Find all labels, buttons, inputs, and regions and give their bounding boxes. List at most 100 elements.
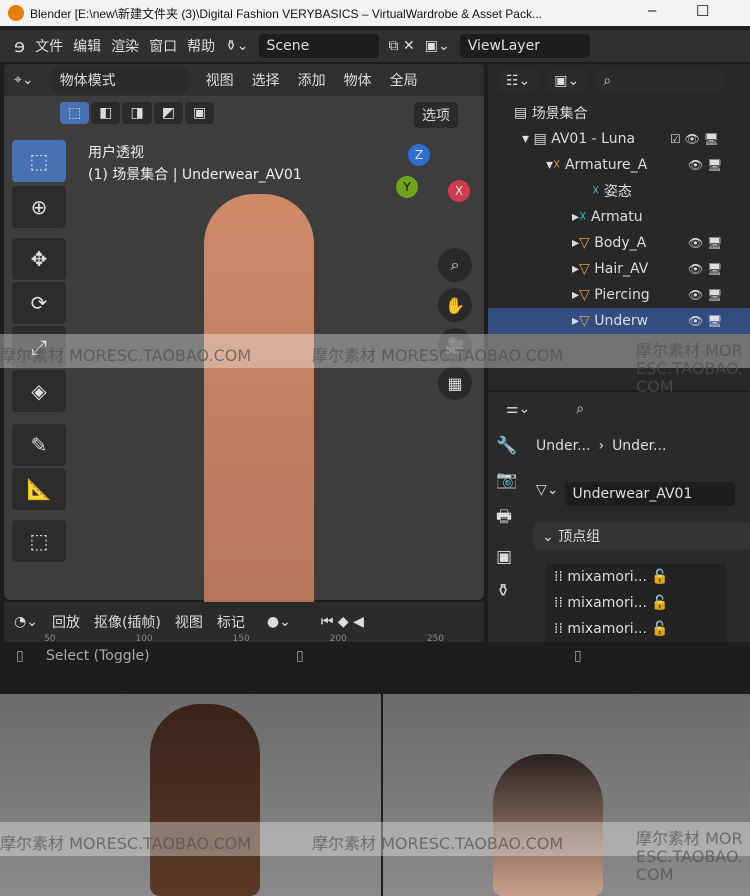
scene-icon[interactable]: ⚱⌄ [225, 38, 248, 54]
filter-icon[interactable]: ▣⌄ [546, 70, 588, 92]
title-bar: Blender [E:\new\新建文件夹 (3)\Digital Fashio… [0, 0, 750, 26]
rotate-tool[interactable]: ⟳ [12, 282, 66, 324]
menu-render[interactable]: 渲染 [111, 36, 139, 56]
options-dropdown[interactable]: 选项 [414, 102, 458, 128]
menu-add[interactable]: 添加 [298, 70, 326, 90]
menu-edit[interactable]: 编辑 [73, 36, 101, 56]
scene-tab-icon[interactable]: ⚱ [496, 581, 517, 601]
label: Armatu [590, 209, 643, 225]
menu-help[interactable]: 帮助 [187, 36, 215, 56]
keying-menu[interactable]: 抠像(插帧) [94, 612, 161, 632]
breadcrumb-mesh: Under... [612, 438, 667, 454]
select-intersect-icon[interactable]: ▣ [184, 102, 215, 124]
transform-orientation[interactable]: 全局 [390, 70, 418, 90]
outliner-row[interactable]: ▸ ▽ Body_A 👁 🖥 [488, 230, 750, 256]
mesh-name-field[interactable]: Underwear_AV01 [564, 482, 735, 506]
maximize-button[interactable]: ☐ [696, 2, 709, 20]
label: Piercing [594, 287, 650, 303]
select-invert-icon[interactable]: ◩ [153, 102, 183, 124]
select-new-icon[interactable]: ⬚ [60, 102, 90, 124]
select-mode-buttons: ⬚ ◧ ◨ ◩ ▣ [60, 102, 215, 124]
gizmo-x-axis[interactable]: X [448, 180, 470, 202]
breadcrumb-object: Under... [536, 438, 591, 454]
display-mode-icon[interactable]: ☷⌄ [498, 70, 539, 92]
label: Underw [594, 313, 649, 329]
watermark: 摩尔素材 MORESC.TAOBAO.COM [312, 346, 564, 365]
playback-controls[interactable]: ⏮ ◆ ◀ [312, 611, 372, 633]
view-layer-field[interactable]: ViewLayer [459, 34, 590, 58]
menu-window[interactable]: 窗口 [149, 36, 177, 56]
visibility-icons[interactable]: 👁 🖥 [688, 314, 722, 328]
output-tab-icon[interactable]: 🖶 [496, 504, 517, 533]
outliner-row[interactable]: ▾ ▤ AV01 - Luna ☑ 👁 🖥 [488, 126, 750, 152]
vertex-group-item[interactable]: ⁞⁞ mixamori... 🔓 [554, 616, 726, 642]
visibility-icons[interactable]: ☑ 👁 🖥 [670, 132, 719, 146]
view-object-types-icon[interactable]: ⌖⌄ [14, 72, 34, 88]
editor-type-icon[interactable]: ⚌⌄ [498, 398, 539, 420]
annotate-tool[interactable]: ✎ [12, 424, 66, 466]
menu-select[interactable]: 选择 [252, 70, 280, 90]
outliner-root[interactable]: ▤ 场景集合 [488, 100, 750, 126]
scene-field[interactable]: Scene [258, 34, 379, 58]
view-layer-icon[interactable]: ▣⌄ [425, 38, 450, 54]
properties-search[interactable]: ⌕ [568, 398, 719, 420]
marker-menu[interactable]: 标记 [217, 612, 245, 632]
gizmo-y-axis[interactable]: Y [396, 176, 418, 198]
new-scene-icon[interactable]: ⧉ ✕ [389, 38, 415, 54]
view-layer-tab-icon[interactable]: ▣ [496, 547, 517, 567]
add-cube-tool[interactable]: ⬚ [12, 520, 66, 562]
auto-key-button[interactable]: ●⌄ [258, 611, 299, 633]
gizmo-z-axis[interactable]: Z [408, 144, 430, 166]
view-name: 用户透视 [88, 145, 144, 161]
zoom-icon[interactable]: ⌕ [438, 248, 472, 282]
frame-tick: 250 [426, 634, 444, 644]
vertex-group-item[interactable]: ⁞⁞ mixamori... 🔓 [554, 564, 726, 590]
mouse-right-icon: ▯ [574, 648, 582, 664]
character-model[interactable] [204, 194, 314, 624]
watermark: 摩尔素材 MORESC.TAOBAO.COM [636, 341, 743, 396]
minimize-button[interactable]: – [648, 2, 656, 19]
outliner-row[interactable]: ☓ 姿态 [488, 178, 750, 204]
vertex-group-item[interactable]: ⁞⁞ mixamori... 🔓 [554, 590, 726, 616]
vertex-groups-panel-header[interactable]: ⌄ 顶点组 [534, 522, 750, 550]
transform-tool[interactable]: ◈ [12, 370, 66, 412]
visibility-icons[interactable]: 👁 🖥 [688, 158, 722, 172]
menu-view[interactable]: 视图 [206, 70, 234, 90]
menu-object[interactable]: 物体 [344, 70, 372, 90]
timeline-editor-icon[interactable]: ◔⌄ [14, 614, 38, 630]
cursor-tool[interactable]: ⊕ [12, 186, 66, 228]
select-extend-icon[interactable]: ◧ [91, 102, 121, 124]
timeline-view-menu[interactable]: 视图 [175, 612, 203, 632]
label: Armature_A [564, 157, 648, 173]
mode-dropdown[interactable]: 物体模式 [51, 67, 188, 93]
visibility-icons[interactable]: 👁 🖥 [688, 288, 722, 302]
outliner-search[interactable]: ⌕ [595, 70, 726, 92]
frame-tick: 100 [135, 634, 153, 644]
tool-tab-icon[interactable]: 🔧 [496, 436, 517, 456]
render-tab-icon[interactable]: 📷 [496, 470, 517, 490]
lock-icon[interactable]: 🔓 [651, 621, 668, 637]
visibility-icons[interactable]: 👁 🖥 [688, 236, 722, 250]
outliner-row[interactable]: ▸ ▽ Piercing 👁 🖥 [488, 282, 750, 308]
outliner-row[interactable]: ▾ ☓ Armature_A 👁 🖥 [488, 152, 750, 178]
lock-icon[interactable]: 🔓 [651, 595, 668, 611]
lock-icon[interactable]: 🔓 [651, 569, 668, 585]
blender-menu-icon[interactable]: ɘ [14, 36, 25, 57]
playback-menu[interactable]: 回放 [52, 612, 80, 632]
mouse-left-icon: ▯ [16, 648, 24, 664]
select-subtract-icon[interactable]: ◨ [122, 102, 152, 124]
select-tool[interactable]: ⬚ [12, 140, 66, 182]
visibility-icons[interactable]: 👁 🖥 [688, 262, 722, 276]
collection-icon: ▤ [514, 105, 532, 121]
outliner-row[interactable]: ▸ ☓ Armatu [488, 204, 750, 230]
3d-viewport[interactable]: ⌖⌄ 物体模式 视图 选择 添加 物体 全局 ⬚ ◧ ◨ ◩ ▣ 选项 用户透视… [4, 64, 484, 624]
move-tool[interactable]: ✥ [12, 238, 66, 280]
mesh-data-icon[interactable]: ▽⌄ [536, 482, 559, 506]
outliner-row[interactable]: ▸ ▽ Hair_AV 👁 🖥 [488, 256, 750, 282]
menu-file[interactable]: 文件 [35, 36, 63, 56]
pan-hand-icon[interactable]: ✋ [438, 288, 472, 322]
measure-tool[interactable]: 📐 [12, 468, 66, 510]
outliner-row-selected[interactable]: ▸ ▽ Underw 👁 🖥 [488, 308, 750, 334]
status-hint: Select (Toggle) [46, 648, 150, 664]
perspective-grid-icon[interactable]: ▦ [438, 366, 472, 400]
